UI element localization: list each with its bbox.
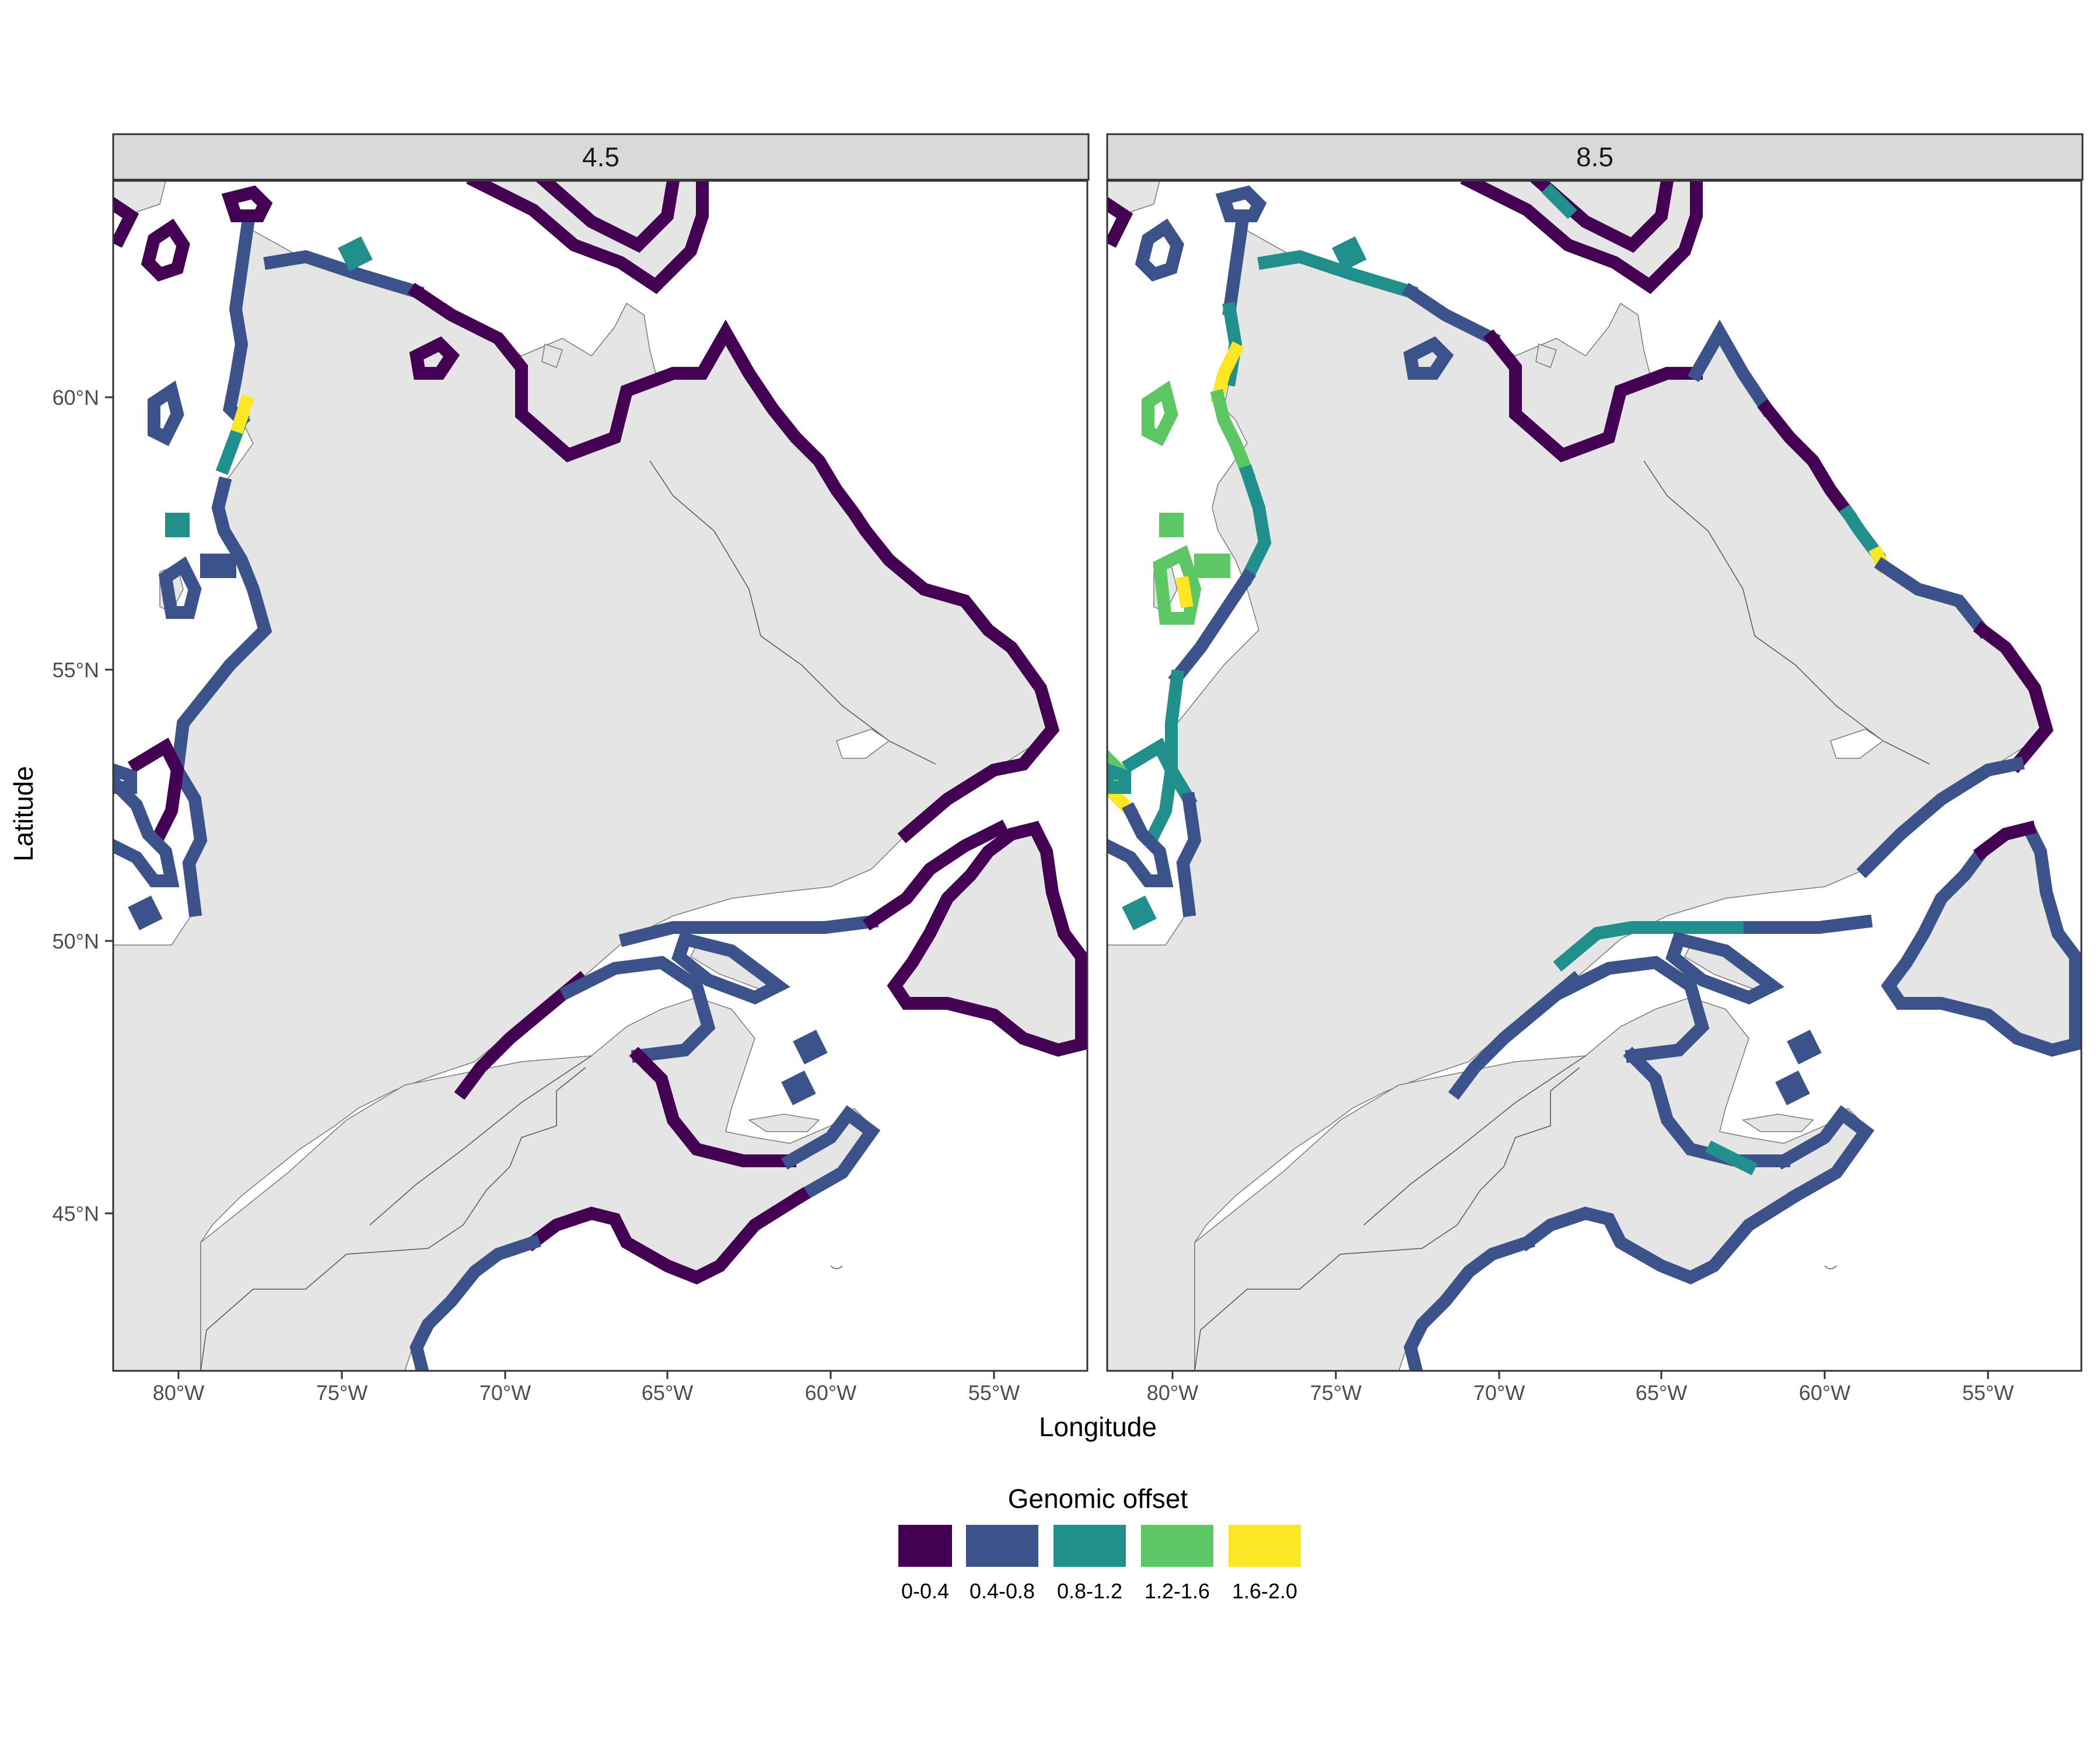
x-tick: 80°W <box>153 1371 204 1405</box>
x-tick-label: 55°W <box>968 1381 1020 1405</box>
legend-swatch <box>1228 1525 1301 1567</box>
y-tick-label: 45°N <box>52 1202 99 1226</box>
y-axis: 60°N 55°N 50°N 45°N <box>52 386 113 1226</box>
strip-label: 4.5 <box>582 142 620 172</box>
legend: Genomic offset 0-0.4 0.4-0.8 0.8-1.2 1.2… <box>898 1483 1301 1603</box>
y-tick-label: 60°N <box>52 386 99 410</box>
facet-panel-8-5: 8.5 <box>1106 133 2084 1372</box>
x-tick: 75°W <box>1310 1371 1362 1405</box>
x-tick-label: 75°W <box>1310 1381 1362 1405</box>
x-tick-label: 70°W <box>1474 1381 1525 1405</box>
x-tick: 75°W <box>316 1371 368 1405</box>
legend-swatch <box>1141 1525 1213 1567</box>
contour-island-13 <box>200 554 236 578</box>
x-tick: 60°W <box>1799 1371 1850 1405</box>
x-tick: 70°W <box>480 1371 531 1405</box>
y-tick: 55°N <box>52 658 113 682</box>
y-tick-label: 55°N <box>52 658 99 682</box>
legend-key-3: 1.2-1.6 <box>1141 1525 1213 1603</box>
contour-island-6-yellow <box>1175 576 1194 608</box>
x-tick: 55°W <box>968 1371 1020 1405</box>
legend-swatch <box>966 1525 1038 1567</box>
contour-james-bay-south <box>1176 792 1202 918</box>
contour-island-13 <box>1194 554 1230 578</box>
contour-island-5 <box>165 513 190 537</box>
legend-label: 1.2-1.6 <box>1144 1579 1210 1603</box>
contour-gulf-north-shore <box>1731 914 1873 934</box>
legend-swatch <box>898 1525 952 1567</box>
x-axis-title: Longitude <box>1039 1412 1157 1442</box>
y-axis-title: Latitude <box>8 766 38 862</box>
x-tick: 65°W <box>1636 1371 1687 1405</box>
legend-key-4: 1.6-2.0 <box>1228 1525 1301 1603</box>
genomic-offset-map-figure: Latitude 60°N 55°N 50°N 45°N 4.5 8.5 80°… <box>8 133 2084 1603</box>
x-tick-label: 70°W <box>480 1381 531 1405</box>
x-tick-label: 80°W <box>153 1381 204 1405</box>
x-tick-label: 65°W <box>1636 1381 1687 1405</box>
y-tick-label: 50°N <box>52 929 99 953</box>
contour-island-5 <box>1159 513 1184 537</box>
facet-panel-4-5: 4.5 <box>112 133 1090 1372</box>
contour-island-10 <box>1107 763 1131 794</box>
legend-swatch <box>1054 1525 1126 1567</box>
y-tick: 60°N <box>52 386 113 410</box>
x-tick-label: 60°W <box>1799 1381 1850 1405</box>
legend-title: Genomic offset <box>1008 1483 1188 1514</box>
y-tick: 50°N <box>52 929 113 953</box>
x-axis-right: 80°W 75°W 70°W 65°W 60°W 55°W <box>1147 1371 2014 1405</box>
x-tick-label: 60°W <box>805 1381 856 1405</box>
x-axis-left: 80°W 75°W 70°W 65°W 60°W 55°W <box>153 1371 1020 1405</box>
x-tick-label: 55°W <box>1962 1381 2014 1405</box>
legend-label: 1.6-2.0 <box>1232 1579 1297 1603</box>
legend-label: 0.4-0.8 <box>970 1579 1035 1603</box>
x-tick: 80°W <box>1147 1371 1198 1405</box>
x-tick-label: 65°W <box>642 1381 693 1405</box>
strip-label: 8.5 <box>1576 142 1614 172</box>
contour-hudson-east-yellow <box>230 394 254 434</box>
x-tick: 60°W <box>805 1371 856 1405</box>
legend-label: 0-0.4 <box>901 1579 949 1603</box>
legend-key-0: 0-0.4 <box>898 1525 952 1603</box>
legend-label: 0.8-1.2 <box>1057 1579 1122 1603</box>
legend-key-1: 0.4-0.8 <box>966 1525 1038 1603</box>
x-tick: 55°W <box>1962 1371 2014 1405</box>
x-tick: 65°W <box>642 1371 693 1405</box>
y-tick: 45°N <box>52 1202 113 1226</box>
legend-key-2: 0.8-1.2 <box>1054 1525 1126 1603</box>
x-tick-label: 80°W <box>1147 1381 1198 1405</box>
x-tick: 70°W <box>1474 1371 1525 1405</box>
x-tick-label: 75°W <box>316 1381 368 1405</box>
contour-island-10 <box>113 763 137 794</box>
